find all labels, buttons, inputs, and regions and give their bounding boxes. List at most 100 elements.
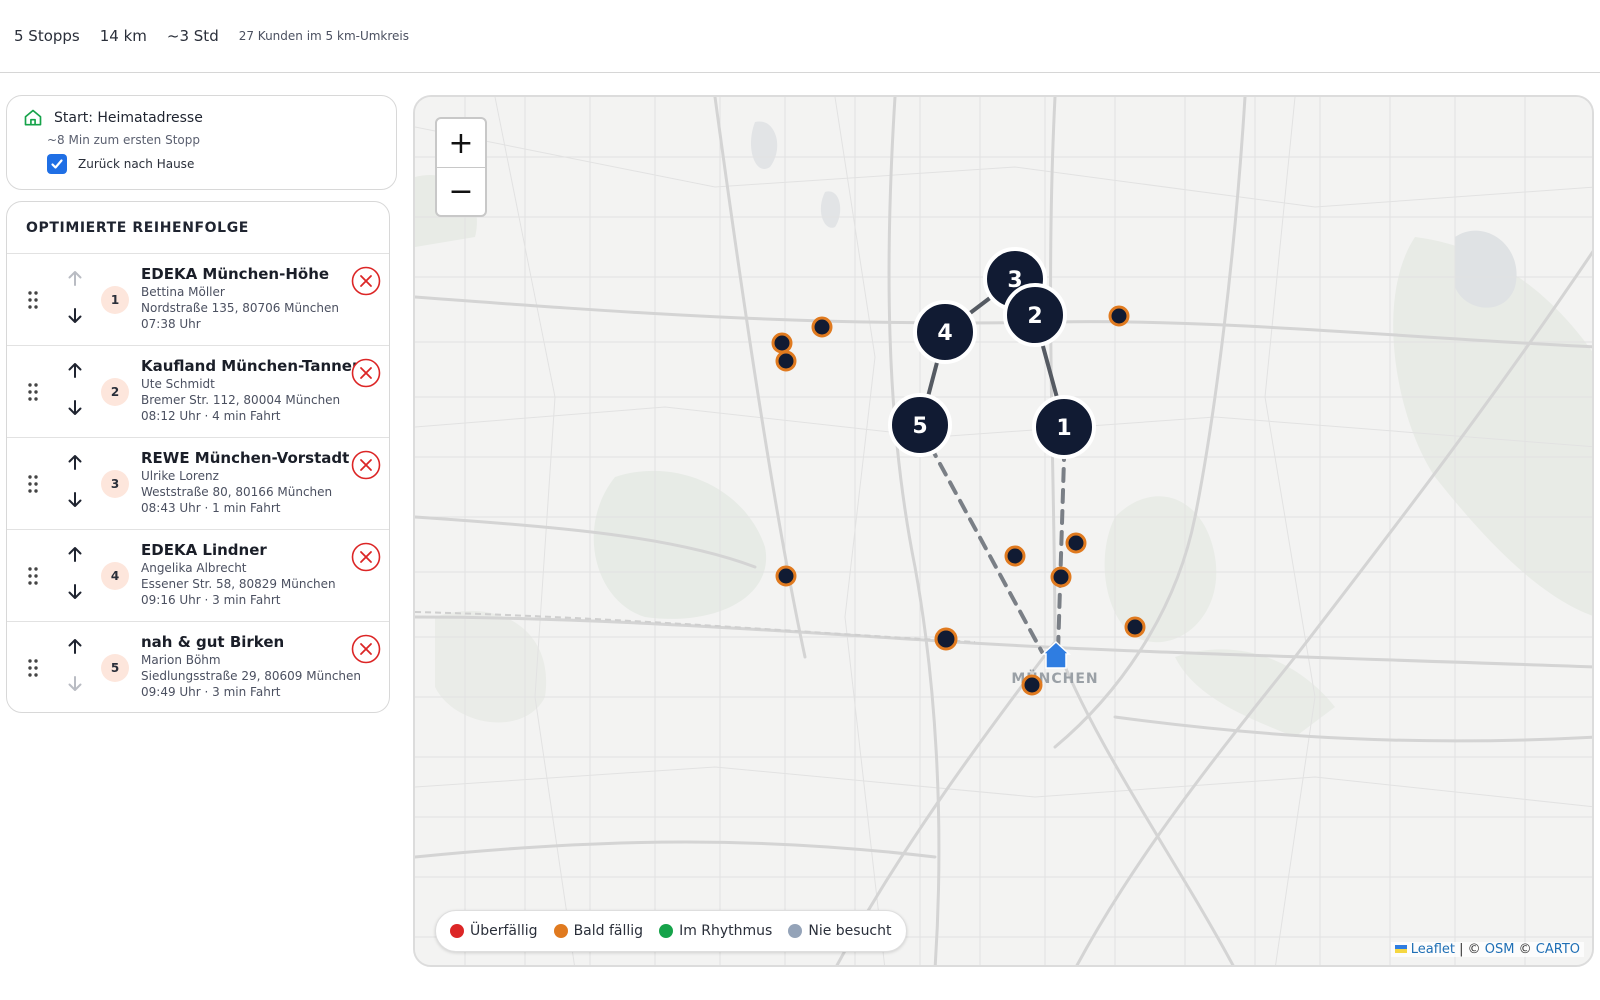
stop-contact: Bettina Möller (141, 285, 225, 299)
stop-marker-4[interactable]: 4 (913, 300, 977, 364)
drag-handle-icon[interactable] (27, 474, 39, 494)
stop-item-2[interactable]: 2 Kaufland München-Tannen Ute Schmidt Br… (7, 346, 389, 438)
stop-contact: Marion Böhm (141, 653, 221, 667)
stop-marker-5[interactable]: 5 (888, 393, 952, 457)
legend-label: Überfällig (470, 923, 538, 939)
stop-address: Bremer Str. 112, 80004 München (141, 393, 341, 407)
stop-details: nah & gut Birken Marion Böhm Siedlungsst… (141, 632, 362, 700)
arrow-down-icon (68, 492, 82, 507)
arrow-up-icon (68, 363, 82, 378)
customer-marker[interactable] (1050, 566, 1072, 588)
map-attribution: Leaflet | © OSM © CARTO (1390, 942, 1584, 957)
legend-overdue: Überfällig (450, 923, 538, 939)
legend-dot (450, 924, 464, 938)
move-up-button[interactable] (65, 268, 85, 288)
arrow-down-icon (68, 676, 82, 691)
stops-count: 5 Stopps (14, 27, 80, 45)
arrow-up-icon (68, 455, 82, 470)
move-down-button[interactable] (65, 674, 85, 694)
customer-marker[interactable] (934, 627, 958, 651)
customer-marker[interactable] (775, 565, 797, 587)
stop-time: 07:38 Uhr (141, 317, 201, 331)
stop-number-badge: 2 (101, 378, 129, 406)
legend-on-track: Im Rhythmus (659, 923, 772, 939)
drag-handle-icon[interactable] (27, 290, 39, 310)
zoom-out-button[interactable]: − (437, 167, 485, 215)
legend-label: Bald fällig (573, 923, 644, 939)
map-legend: Überfällig Bald fällig Im Rhythmus Nie b… (435, 910, 907, 952)
route-list: OPTIMIERTE REIHENFOLGE 1 EDEKA München-H… (6, 201, 390, 713)
stop-number-badge: 4 (101, 562, 129, 590)
legend-label: Im Rhythmus (679, 923, 773, 939)
drag-handle-icon[interactable] (27, 382, 39, 402)
stop-time: 09:16 Uhr · 3 min Fahrt (141, 593, 281, 607)
move-down-button[interactable] (65, 398, 85, 418)
stop-marker-label: 1 (1056, 416, 1071, 441)
move-up-button[interactable] (65, 360, 85, 380)
return-home-toggle[interactable]: Zurück nach Hause (47, 154, 194, 174)
drag-handle-icon[interactable] (27, 566, 39, 586)
move-down-button[interactable] (65, 306, 85, 326)
stop-address: Siedlungsstraße 29, 80609 München (141, 669, 362, 683)
osm-link[interactable]: OSM (1485, 942, 1515, 957)
remove-stop-button[interactable] (351, 358, 381, 388)
stop-item-3[interactable]: 3 REWE München-Vorstadt Ulrike Lorenz We… (7, 438, 389, 530)
legend-dot (659, 924, 674, 938)
customer-marker[interactable] (1004, 545, 1026, 567)
zoom-control: + − (435, 117, 487, 217)
customer-marker[interactable] (1124, 616, 1146, 638)
stop-item-4[interactable]: 4 EDEKA Lindner Angelika Albrecht Essene… (7, 530, 389, 622)
stop-list: 1 EDEKA München-Höhe Bettina Möller Nord… (7, 254, 389, 712)
arrow-down-icon (68, 400, 82, 415)
remove-stop-button[interactable] (351, 266, 381, 296)
stop-marker-label: 2 (1027, 304, 1042, 329)
customer-marker[interactable] (1108, 305, 1130, 327)
customer-marker[interactable] (775, 350, 797, 372)
route-map[interactable]: MÜNCHEN 3 2 4 5 1 + − Überfällig Bald fä… (413, 95, 1594, 967)
remove-stop-button[interactable] (351, 542, 381, 572)
stop-number-badge: 5 (101, 654, 129, 682)
customer-marker[interactable] (771, 332, 793, 354)
stop-item-5[interactable]: 5 nah & gut Birken Marion Böhm Siedlungs… (7, 622, 389, 712)
zoom-in-button[interactable]: + (437, 119, 485, 167)
stop-marker-1[interactable]: 1 (1032, 395, 1096, 459)
legend-due-soon: Bald fällig (553, 923, 644, 939)
stop-address: Nordstraße 135, 80706 München (141, 301, 339, 315)
start-duration: ~8 Min zum ersten Stopp (47, 133, 200, 147)
leaflet-link[interactable]: Leaflet (1411, 942, 1455, 957)
stop-time: 08:12 Uhr · 4 min Fahrt (141, 409, 281, 423)
stop-contact: Ute Schmidt (141, 377, 215, 391)
drag-handle-icon[interactable] (27, 658, 39, 678)
attribution-sep: © (1514, 942, 1536, 957)
stop-marker-label: 4 (937, 321, 952, 346)
stop-name: Kaufland München-Tannen (141, 357, 363, 375)
move-down-button[interactable] (65, 582, 85, 602)
customer-marker[interactable] (811, 316, 833, 338)
move-up-button[interactable] (65, 544, 85, 564)
checkmark-icon (51, 159, 63, 169)
stop-details: REWE München-Vorstadt Ulrike Lorenz West… (141, 448, 351, 516)
map-tiles[interactable]: MÜNCHEN 3 2 4 5 1 (415, 97, 1594, 967)
route-summary-bar: 5 Stopps 14 km ~3 Std 27 Kunden im 5 km-… (0, 0, 1600, 73)
customer-marker[interactable] (1021, 674, 1043, 696)
arrow-up-icon (68, 547, 82, 562)
stop-time: 08:43 Uhr · 1 min Fahrt (141, 501, 281, 515)
remove-stop-button[interactable] (351, 634, 381, 664)
start-label: Start: Heimatadresse (54, 110, 203, 126)
stop-item-1[interactable]: 1 EDEKA München-Höhe Bettina Möller Nord… (7, 254, 389, 346)
stop-address: Weststraße 80, 80166 München (141, 485, 333, 499)
stop-details: EDEKA Lindner Angelika Albrecht Essener … (141, 540, 351, 608)
arrow-up-icon (68, 271, 82, 286)
return-home-checkbox[interactable] (47, 154, 67, 174)
move-up-button[interactable] (65, 636, 85, 656)
customer-marker[interactable] (1065, 532, 1087, 554)
stop-number-badge: 3 (101, 470, 129, 498)
stop-time: 09:49 Uhr · 3 min Fahrt (141, 685, 281, 699)
stop-contact: Ulrike Lorenz (141, 469, 219, 483)
move-down-button[interactable] (65, 490, 85, 510)
total-duration: ~3 Std (166, 27, 219, 45)
carto-link[interactable]: CARTO (1536, 942, 1580, 957)
remove-stop-button[interactable] (351, 450, 381, 480)
move-up-button[interactable] (65, 452, 85, 472)
stop-marker-2[interactable]: 2 (1003, 283, 1067, 347)
